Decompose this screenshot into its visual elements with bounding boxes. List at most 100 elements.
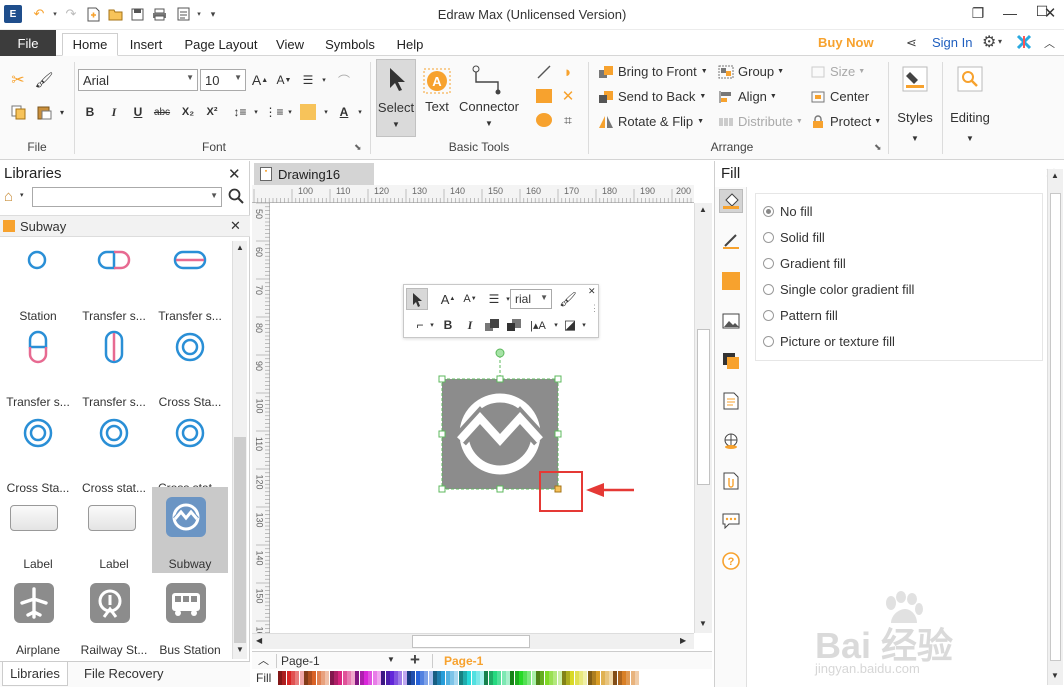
fill-option-picture[interactable]: Picture or texture fill [763,331,1023,351]
home-dropdown-icon[interactable]: ▾ [20,191,24,199]
distribute-button[interactable]: Distribute ▼ [718,114,803,129]
tab-insert[interactable]: Insert [122,33,170,56]
help-tab-icon[interactable]: ? [719,549,743,573]
format-painter-icon[interactable]: 🖌 [558,289,578,309]
fill-panel-scroll-thumb[interactable] [1050,193,1061,661]
center-button[interactable]: Center [810,89,869,104]
size-button[interactable]: Size ▼ [810,64,865,79]
line-tab-icon[interactable] [719,229,743,253]
scroll-up-icon[interactable]: ▲ [1051,171,1059,180]
sign-in-link[interactable]: Sign In [932,35,972,50]
font-color-dropdown-icon[interactable]: ▾ [350,102,370,122]
bold-button[interactable]: B [80,102,100,122]
canvas-hscroll-thumb[interactable] [412,635,530,648]
italic-button[interactable]: I [460,315,480,335]
scroll-down-icon[interactable]: ▼ [699,619,707,628]
tab-home[interactable]: Home [62,33,118,56]
library-search-input[interactable]: ▼ [32,187,222,207]
close-floating-toolbar-icon[interactable]: ✕ [588,286,596,297]
arrange-dialog-launcher-icon[interactable]: ⬊ [874,142,882,153]
page-properties-icon[interactable] [719,389,743,413]
settings-gear-icon[interactable]: ⚙ [982,32,996,52]
copy-icon[interactable] [8,102,28,122]
scroll-down-icon[interactable]: ▼ [1051,671,1059,680]
hyperlink-tab-icon[interactable] [719,429,743,453]
bold-button[interactable]: B [438,315,458,335]
scroll-up-icon[interactable]: ▲ [236,243,244,252]
increase-font-icon[interactable]: A ▲ [438,289,458,309]
pointer-arrow-icon[interactable] [406,288,428,310]
subscript-button[interactable]: X₂ [178,102,198,122]
fill-panel-scrollbar[interactable]: ▲ ▼ [1047,169,1063,685]
library-item[interactable]: Transfer s... [76,325,152,411]
paint-brush-icon[interactable]: 🖌 [34,70,54,90]
bullets-dropdown-icon[interactable]: ▾ [280,102,300,122]
scroll-left-icon[interactable]: ◀ [256,636,262,645]
close-window-icon[interactable]: ✕ [1038,2,1062,24]
text-curve-icon[interactable]: ⌒ [334,70,354,90]
library-item[interactable]: Bus Station [152,573,228,659]
highlight-color-icon[interactable] [300,104,316,120]
library-item[interactable]: Cross stat... [152,411,228,497]
scroll-down-icon[interactable]: ▼ [236,645,244,654]
protect-button[interactable]: Protect ▼ [810,114,881,129]
minimize-icon[interactable]: — [998,2,1022,24]
bring-front-icon[interactable] [482,315,502,335]
editing-button[interactable]: Editing ▼ [946,62,994,152]
library-item[interactable]: Label [76,487,152,573]
search-icon[interactable] [228,188,244,207]
comment-tab-icon[interactable] [719,509,743,533]
library-item[interactable]: Label [0,487,76,573]
restore-icon[interactable]: ❐ [966,2,990,24]
scroll-right-icon[interactable]: ▶ [680,636,686,645]
tab-libraries[interactable]: Libraries [2,662,68,686]
fill-option-single-gradient[interactable]: Single color gradient fill [763,279,1023,299]
library-item-selected[interactable]: Subway [152,487,228,573]
highlight-dropdown-icon[interactable]: ▾ [316,102,336,122]
library-scrollbar[interactable]: ▲ ▼ [232,241,247,659]
library-item[interactable]: Cross stat... [76,411,152,497]
settings-dropdown-icon[interactable]: ▾ [998,37,1002,46]
decrease-font-icon[interactable]: A ▼ [274,70,294,90]
collapse-ribbon-icon[interactable]: ︿ [1044,35,1055,51]
buy-now-link[interactable]: Buy Now [818,35,874,50]
layer-tab-icon[interactable] [719,349,743,373]
rotate-flip-button[interactable]: Rotate & Flip ▼ [598,114,704,129]
library-item[interactable]: Cross Sta... [0,411,76,497]
italic-button[interactable]: I [104,102,124,122]
underline-button[interactable]: U [128,102,148,122]
cross-tool-icon[interactable]: ✕ [558,86,578,106]
font-name-select[interactable]: Arial ▼ [78,69,198,91]
tab-help[interactable]: Help [390,33,430,56]
send-to-back-button[interactable]: Send to Back ▼ [598,89,706,104]
library-item[interactable]: Railway St... [76,573,152,659]
group-button[interactable]: Group ▼ [718,64,784,79]
library-item[interactable]: Transfer s... [0,325,76,411]
tab-drawing16[interactable]: ▪ Drawing16 [254,163,374,185]
format-painter-icon[interactable]: ✂ [8,70,28,90]
fill-tab-icon[interactable] [719,189,743,213]
send-back-icon[interactable] [504,315,524,335]
arc-tool-icon[interactable]: ◗ [558,62,578,82]
increase-font-icon[interactable]: A ▲ [250,70,270,90]
shadow-tab-icon[interactable] [719,269,743,293]
styles-button[interactable]: Styles ▼ [892,62,938,152]
theme-icon[interactable] [1016,34,1032,53]
tab-file[interactable]: File [0,30,56,56]
tab-view[interactable]: View [270,33,310,56]
line-tool-icon[interactable] [534,62,554,82]
library-item[interactable]: Transfer s... [76,239,152,325]
canvas-vertical-scrollbar[interactable]: ▲ ▼ [694,203,712,633]
text-spacing-icon[interactable]: |▴A [528,315,548,335]
library-item[interactable]: Transfer s... [152,239,228,325]
library-item[interactable]: Station [0,239,76,325]
tab-file-recovery[interactable]: File Recovery [84,666,163,681]
canvas-vscroll-thumb[interactable] [697,329,710,485]
close-libraries-icon[interactable]: ✕ [228,165,241,183]
fill-option-gradient[interactable]: Gradient fill [763,253,1023,273]
font-size-select[interactable]: 10 ▼ [200,69,246,91]
ellipse-tool-icon[interactable] [534,110,554,130]
attachment-tab-icon[interactable] [719,469,743,493]
fill-dropdown-icon[interactable]: ▾ [574,315,594,335]
strikethrough-button[interactable]: abc [152,102,172,122]
